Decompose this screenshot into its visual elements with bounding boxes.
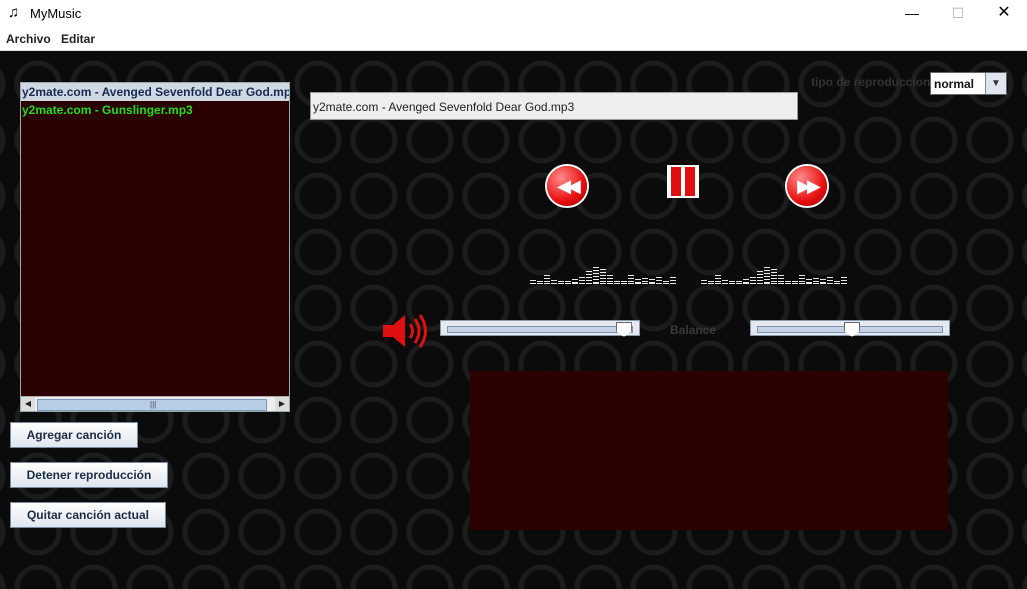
volume-slider-handle[interactable] xyxy=(615,322,632,337)
equalizer-bar xyxy=(729,281,735,284)
menu-bar: Archivo Editar xyxy=(0,28,1027,51)
playback-mode-value: normal xyxy=(934,77,975,91)
equalizer-bar xyxy=(708,281,714,284)
balance-slider-handle[interactable] xyxy=(844,322,860,337)
equalizer-bar xyxy=(621,281,627,284)
music-note-icon: ♫ xyxy=(8,4,20,21)
equalizer-bar xyxy=(663,281,669,284)
equalizer-bar xyxy=(813,278,819,284)
scrollbar-thumb[interactable]: ||| xyxy=(37,399,267,411)
title-bar: ♫ MyMusic — ☐ ✕ xyxy=(0,0,1027,28)
equalizer-bar xyxy=(670,277,676,284)
equalizer-bar xyxy=(750,277,756,284)
speaker-icon[interactable] xyxy=(381,313,429,349)
equalizer-bar xyxy=(827,277,833,284)
equalizer-bar xyxy=(649,279,655,284)
equalizer-bar xyxy=(799,275,805,284)
equalizer-bar xyxy=(792,281,798,284)
balance-slider[interactable] xyxy=(750,320,950,337)
window-title: MyMusic xyxy=(30,6,82,21)
equalizer-bar xyxy=(642,278,648,284)
equalizer-bar xyxy=(558,281,564,284)
equalizer-bar xyxy=(841,277,847,284)
menu-archivo[interactable]: Archivo xyxy=(6,32,51,46)
fast-forward-icon: ▶▶ xyxy=(797,176,821,196)
equalizer-bar xyxy=(565,281,571,284)
equalizer-bar xyxy=(806,279,812,284)
equalizer-visualizer xyxy=(701,264,847,284)
equalizer-bar xyxy=(722,280,728,284)
playlist-horizontal-scrollbar[interactable]: ◀ ||| ▶ xyxy=(21,396,289,411)
equalizer-bar xyxy=(743,279,749,284)
rewind-button[interactable]: ◀◀ xyxy=(547,166,587,206)
rewind-icon: ◀◀ xyxy=(557,176,581,196)
chevron-down-icon[interactable]: ▼ xyxy=(985,73,1006,94)
current-song-field[interactable]: y2mate.com - Avenged Sevenfold Dear God.… xyxy=(310,92,798,120)
equalizer-bar xyxy=(778,275,784,284)
scroll-right-icon[interactable]: ▶ xyxy=(275,397,289,411)
equalizer-bar xyxy=(551,280,557,284)
minimize-button[interactable]: — xyxy=(889,0,935,28)
add-song-button[interactable]: Agregar canción xyxy=(10,422,138,448)
equalizer-bar xyxy=(544,275,550,284)
lyrics-panel xyxy=(470,371,948,530)
equalizer-bar xyxy=(628,275,634,284)
equalizer-bar xyxy=(593,267,599,284)
equalizer-bar xyxy=(757,271,763,284)
equalizer-bar xyxy=(600,269,606,284)
equalizer-bar xyxy=(701,280,707,284)
equalizer-bar xyxy=(579,277,585,284)
playlist-item[interactable]: y2mate.com - Gunslinger.mp3 xyxy=(21,101,289,119)
volume-slider[interactable] xyxy=(440,320,640,337)
equalizer-bar xyxy=(607,275,613,284)
equalizer-bar xyxy=(764,267,770,284)
equalizer-bar xyxy=(656,277,662,284)
grip-icon: ||| xyxy=(150,400,157,409)
equalizer-bar xyxy=(572,279,578,284)
equalizer-bar xyxy=(537,281,543,284)
equalizer-bar xyxy=(614,281,620,284)
menu-editar[interactable]: Editar xyxy=(61,32,95,46)
playlist-item[interactable]: y2mate.com - Avenged Sevenfold Dear God.… xyxy=(21,83,289,101)
playlist[interactable]: y2mate.com - Avenged Sevenfold Dear God.… xyxy=(20,82,290,412)
equalizer-visualizer xyxy=(530,264,676,284)
balance-label: Balance xyxy=(670,323,717,337)
playback-mode-label: tipo de reproduccion xyxy=(811,75,931,89)
maximize-button[interactable]: ☐ xyxy=(935,0,981,28)
playback-mode-select[interactable]: normal ▼ xyxy=(930,72,1007,95)
equalizer-bar xyxy=(530,280,536,284)
close-button[interactable]: ✕ xyxy=(981,0,1027,28)
equalizer-bar xyxy=(635,279,641,284)
remove-current-song-button[interactable]: Quitar canción actual xyxy=(10,502,166,528)
stop-playback-button[interactable]: Detener reproducción xyxy=(10,462,168,488)
fast-forward-button[interactable]: ▶▶ xyxy=(787,166,827,206)
equalizer-bar xyxy=(715,275,721,284)
pause-button[interactable] xyxy=(667,165,699,198)
equalizer-bar xyxy=(771,269,777,284)
equalizer-bar xyxy=(736,281,742,284)
equalizer-bar xyxy=(820,279,826,284)
player-panel: y2mate.com - Avenged Sevenfold Dear God.… xyxy=(0,51,1027,589)
equalizer-bar xyxy=(586,271,592,284)
equalizer-bar xyxy=(785,281,791,284)
scroll-left-icon[interactable]: ◀ xyxy=(21,397,35,411)
equalizer-bar xyxy=(834,281,840,284)
